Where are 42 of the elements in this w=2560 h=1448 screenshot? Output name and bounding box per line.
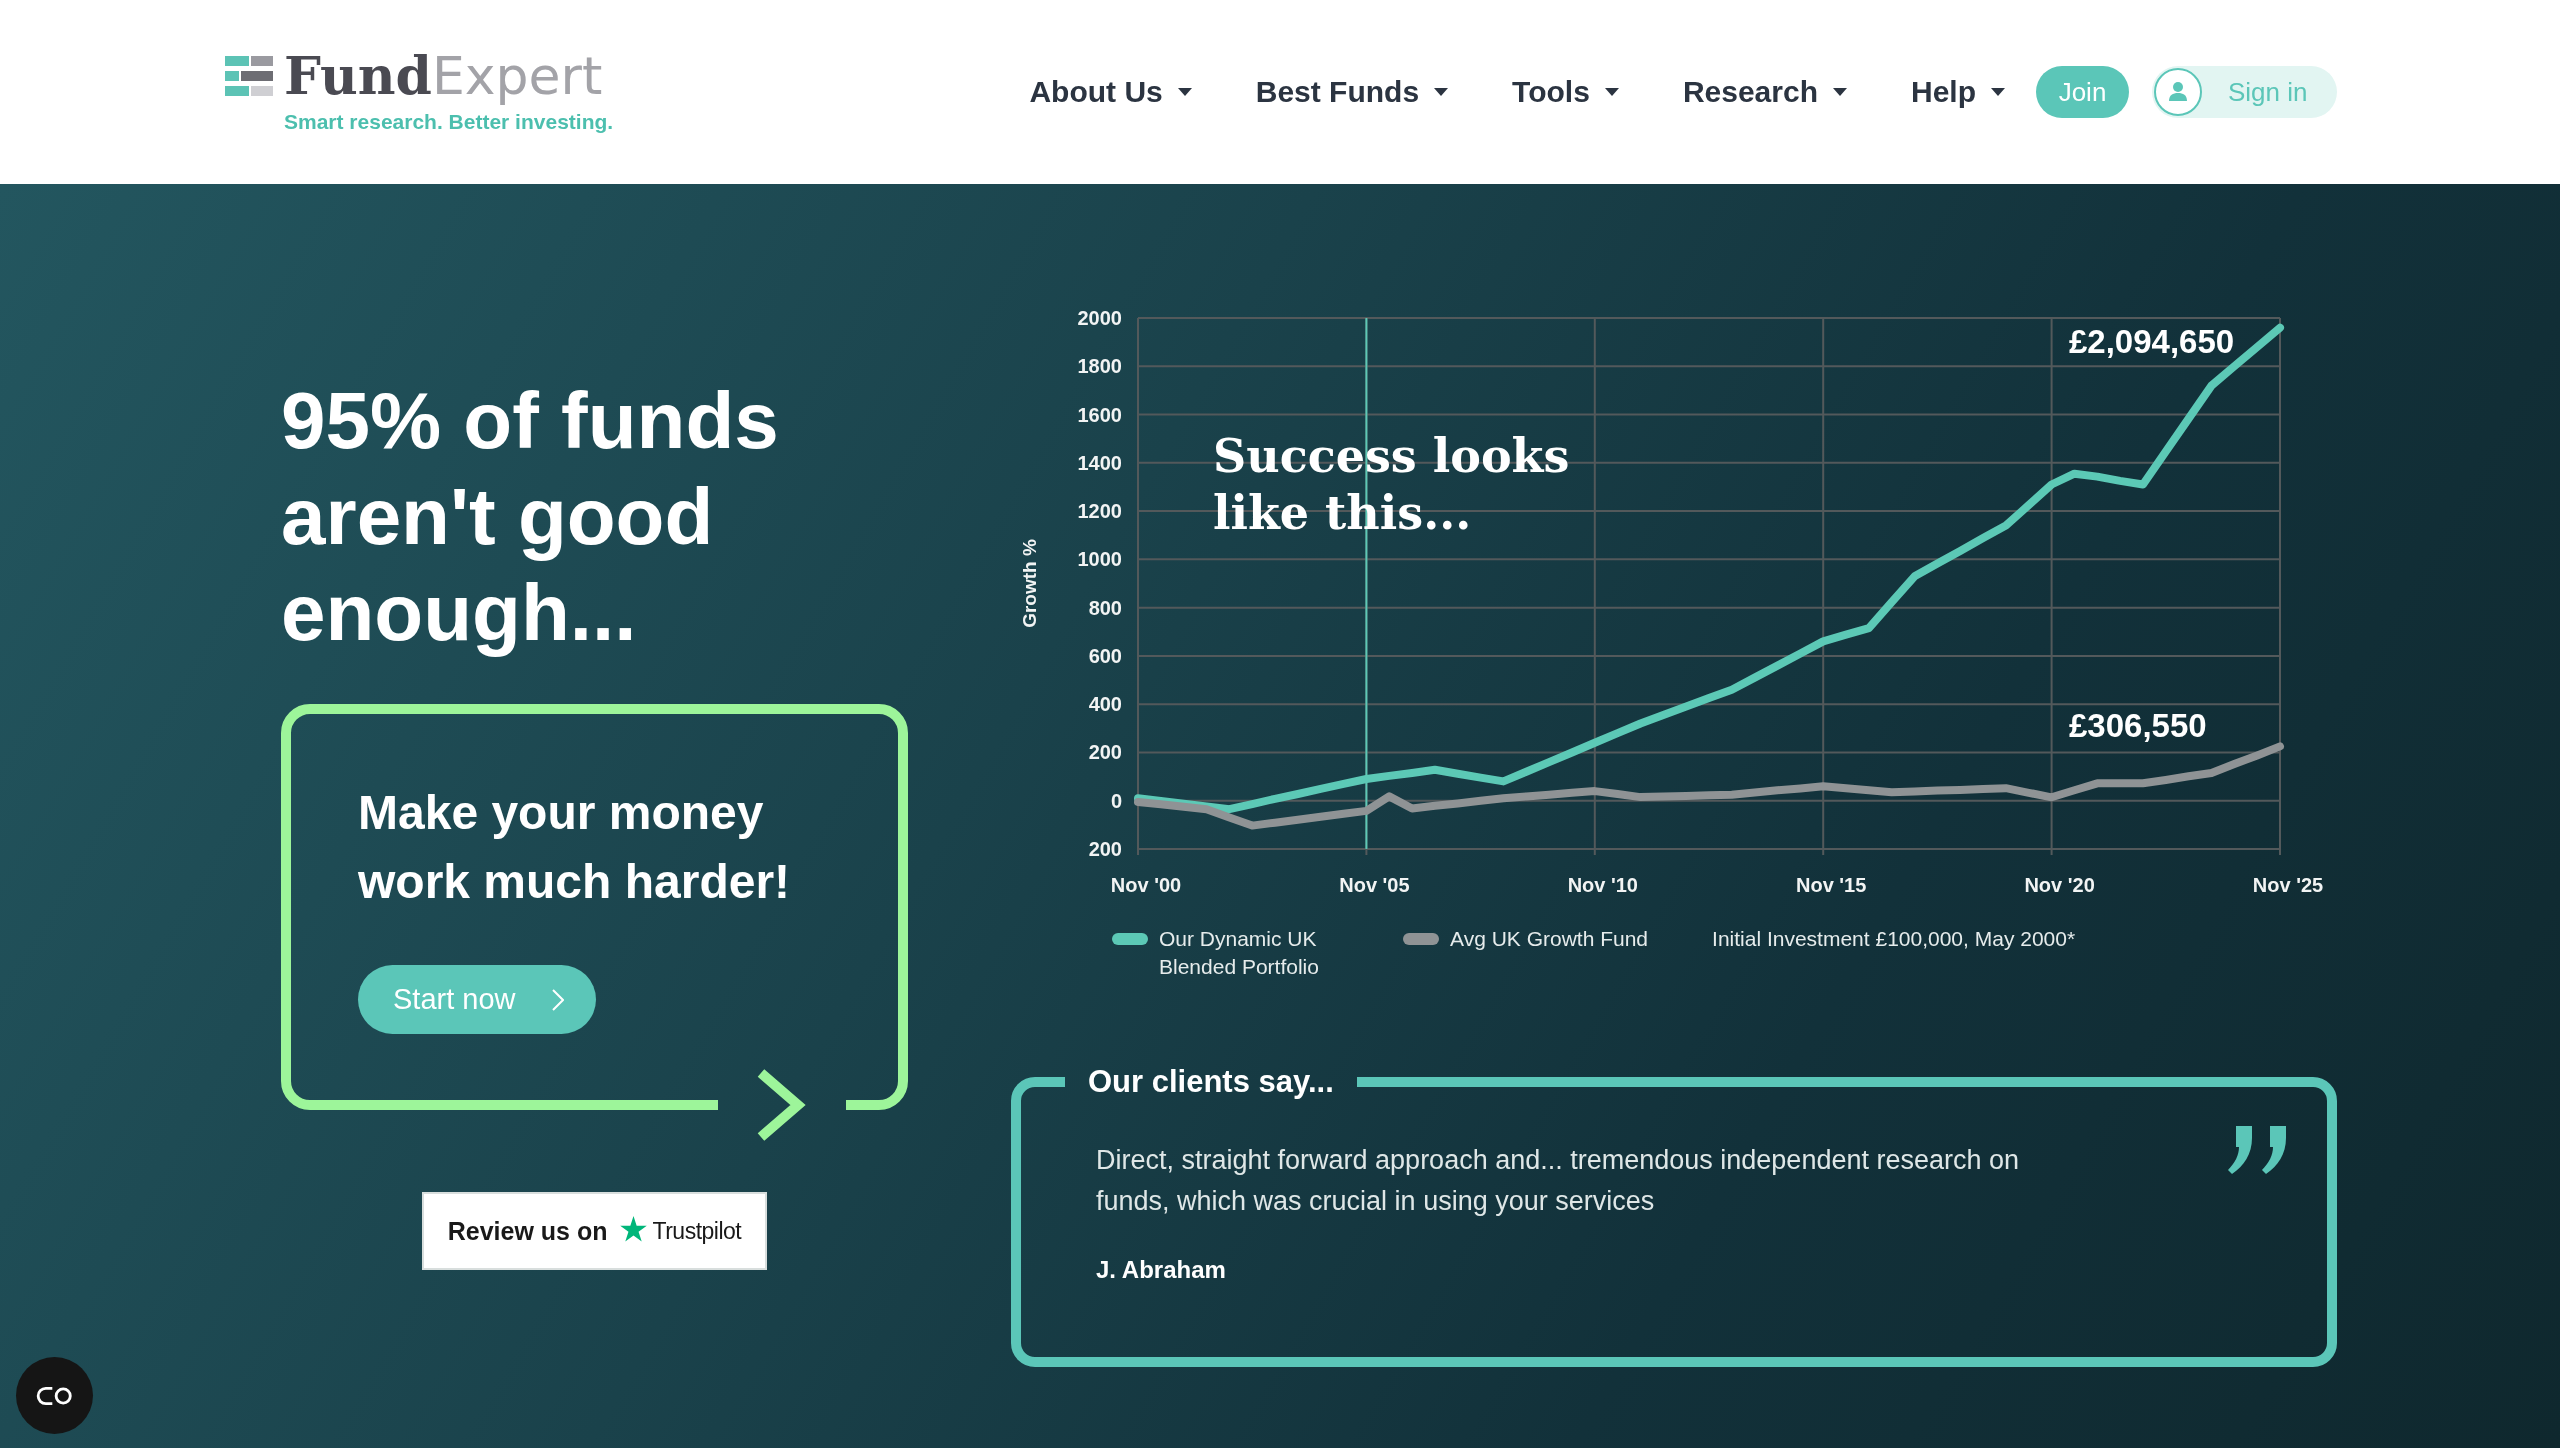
logo-tagline: Smart research. Better investing. xyxy=(284,110,614,134)
hero-headline: 95% of funds aren't good enough... xyxy=(281,375,780,659)
axis-tick-label: Nov '00 xyxy=(1110,874,1182,896)
chevron-icon xyxy=(552,988,564,1011)
chart-footnote: Initial Investment £100,000, May 2000* xyxy=(1712,926,2076,952)
axis-tick-label: 800 xyxy=(1088,596,1122,619)
axis-tick-label: Nov '05 xyxy=(1339,874,1410,896)
axis-tick-label: 200 xyxy=(1088,838,1122,860)
axis-tick-label: 200 xyxy=(1088,741,1122,764)
section-title: Our clients say... xyxy=(1087,1064,1335,1100)
axis-tick-label: 2000 xyxy=(1077,307,1122,329)
axis-tick-label: 1200 xyxy=(1077,500,1122,523)
star-icon xyxy=(619,1216,647,1242)
axis-tick-label: Nov '10 xyxy=(1567,874,1638,896)
axis-tick-label: 1000 xyxy=(1077,548,1122,571)
value-label: £306,550 xyxy=(2069,707,2207,746)
axis-tick-label: 600 xyxy=(1088,644,1122,667)
review-badge[interactable]: Review us on Trustpilot xyxy=(422,1192,767,1270)
testimonial-quote: Direct, straight forward approach and... tremendous independent research on funds, which was crucial in using your services xyxy=(1096,1144,2021,1218)
axis-title: Growth % xyxy=(1018,539,1040,628)
testimonial-author: J. Abraham xyxy=(1096,1256,1227,1284)
axis-tick-label: 0 xyxy=(1110,789,1122,812)
nav-link[interactable]: Research xyxy=(1682,75,1847,109)
nav-link[interactable]: Help xyxy=(1911,75,2005,109)
axis-tick-label: Nov '25 xyxy=(2252,874,2324,896)
axis-tick-label: Nov '15 xyxy=(1796,874,1867,896)
axis-tick-label: 1600 xyxy=(1077,403,1122,426)
axis-tick-label: 1800 xyxy=(1077,355,1122,378)
value-label: £2,094,650 xyxy=(2069,323,2235,361)
callout-text: Make your money work much harder! xyxy=(358,785,792,910)
toggle-icon xyxy=(36,1385,73,1406)
nav-link[interactable]: Tools xyxy=(1512,75,1619,109)
legend-label: Avg UK Growth Fund xyxy=(1450,926,1649,952)
axis-tick-label: Nov '20 xyxy=(2024,874,2095,896)
nav-link[interactable]: Best Funds xyxy=(1255,75,1449,109)
user-icon xyxy=(2154,68,2202,116)
quote-icon xyxy=(2228,1126,2286,1174)
logo-icon xyxy=(225,56,273,96)
nav-link[interactable]: About Us xyxy=(1029,75,1192,109)
axis-tick-label: 400 xyxy=(1088,693,1122,716)
legend-label: Our Dynamic UK Blended Portfolio xyxy=(1159,926,1320,980)
axis-tick-label: 1400 xyxy=(1077,451,1122,474)
